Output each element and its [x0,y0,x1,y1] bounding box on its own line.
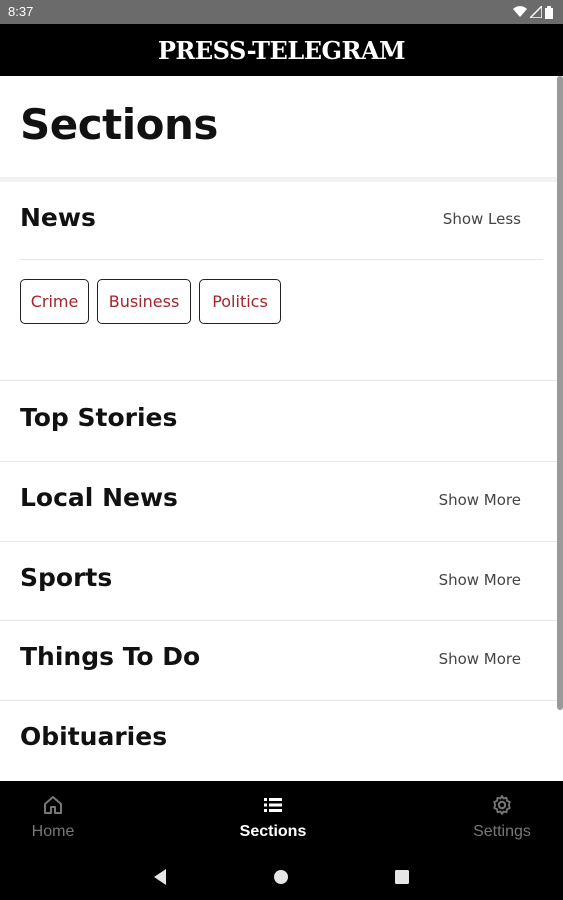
section-obituaries[interactable]: Obituaries [0,701,563,781]
press-telegram-logo: PRESS-TELEGRAM [157,35,406,65]
scrollbar[interactable] [557,76,563,710]
section-things-to-do[interactable]: Things To Do Show More [0,621,563,701]
show-more-toggle[interactable]: Show More [439,571,521,589]
home-icon [44,796,62,814]
app-header: PRESS-TELEGRAM [0,24,563,76]
status-icons [513,5,553,19]
list-icon [264,798,282,812]
nav-sections-label: Sections [239,823,307,840]
subsection-chip-business[interactable]: Business [97,279,191,324]
page-title: Sections [20,100,218,149]
show-less-toggle[interactable]: Show Less [443,210,521,228]
nav-sections[interactable]: Sections [228,781,318,857]
back-icon[interactable] [152,868,168,886]
nav-home[interactable]: Home [18,781,88,857]
show-more-toggle[interactable]: Show More [439,650,521,668]
section-top-stories[interactable]: Top Stories [0,381,563,462]
section-name-local-news: Local News [20,483,178,512]
nav-settings[interactable]: Settings [462,781,542,857]
section-name-sports: Sports [20,563,113,592]
section-sports[interactable]: Sports Show More [0,542,563,621]
signal-icon [530,6,542,18]
battery-icon [545,5,553,19]
subsection-chip-crime[interactable]: Crime [20,279,89,324]
status-bar: 8:37 [0,0,563,24]
section-name-news[interactable]: News [20,203,96,232]
nav-settings-label: Settings [473,823,531,840]
section-name-top-stories: Top Stories [20,403,178,432]
bottom-navigation: Home Sections Settings [0,781,563,857]
subsection-chip-politics[interactable]: Politics [199,279,281,324]
sections-list[interactable]: Sections News Show Less Crime Business P… [0,76,563,781]
home-circle-icon[interactable] [272,868,290,886]
nav-home-label: Home [31,823,75,840]
section-name-obituaries: Obituaries [20,722,168,751]
status-time: 8:37 [8,4,34,19]
subsection-divider [20,259,543,260]
section-name-things-to-do: Things To Do [20,642,201,671]
wifi-icon [513,6,527,18]
gear-icon [493,795,511,815]
show-more-toggle[interactable]: Show More [439,491,521,509]
system-navigation-bar [0,857,563,900]
section-local-news[interactable]: Local News Show More [0,462,563,542]
recents-square-icon[interactable] [394,868,410,886]
